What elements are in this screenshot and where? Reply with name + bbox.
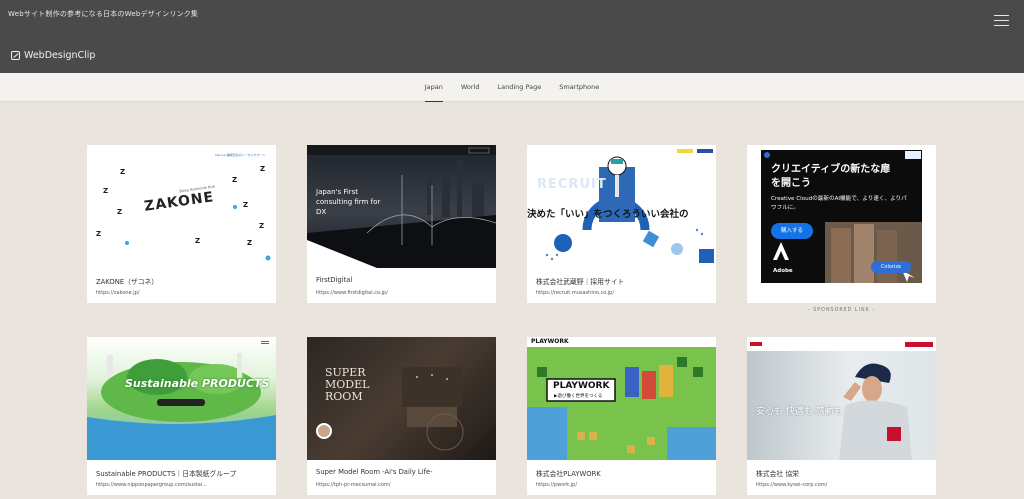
- category-nav: Japan World Landing Page Smartphone: [0, 73, 1024, 102]
- musashino-recruit-text: RECRUIT: [537, 177, 607, 192]
- playwork-sub: ▶遊び働く世界をつくる: [554, 394, 603, 399]
- ad-cta-button[interactable]: 購入する: [771, 223, 813, 239]
- tab-smartphone[interactable]: Smartphone: [550, 73, 608, 102]
- svg-text:zakone 睡眠環境のトータルサポート: zakone 睡眠環境のトータルサポート: [215, 152, 266, 157]
- svg-text:Z: Z: [103, 187, 108, 195]
- thumbnail-supermodelroom: SUPER MODEL ROOM: [307, 337, 496, 460]
- svg-text:Z: Z: [195, 237, 200, 245]
- sponsored-ad[interactable]: クリエイティブの新たな扉を開こう Creative Cloudの最新のAI機能で…: [747, 145, 936, 303]
- ad-creative: クリエイティブの新たな扉を開こう Creative Cloudの最新のAI機能で…: [761, 150, 922, 283]
- firstdigital-headline: Japan's First consulting firm for DX: [316, 188, 381, 216]
- svg-text:Z: Z: [120, 168, 125, 176]
- card-url[interactable]: https://www.nipponpapergroup.com/sustai.…: [96, 482, 207, 488]
- site-card-firstdigital[interactable]: Japan's First consulting firm for DX Fir…: [307, 145, 496, 303]
- thumbnail-kyoei: 安心も 快適も 感動も: [747, 337, 936, 460]
- card-url[interactable]: https://pwork.jp/: [536, 482, 577, 488]
- site-logo[interactable]: WebDesignClip: [11, 50, 95, 61]
- logo-text: WebDesignClip: [24, 50, 96, 61]
- playwork-logo: PLAYWORK: [553, 381, 610, 391]
- site-card-zakone[interactable]: Z Z Z Z Z Z Z Z Z Z zakone 睡眠環境のトータルサポート ZAKONE…: [87, 145, 276, 303]
- site-card-kyoei[interactable]: 安心も 快適も 感動も 株式会社 協栄 https://www.kyoei-co…: [747, 337, 936, 495]
- sponsored-link-label: - SPONSORED LINK -: [807, 308, 876, 313]
- thumbnail-firstdigital: Japan's First consulting firm for DX: [307, 145, 496, 268]
- svg-text:Z: Z: [117, 208, 122, 216]
- card-title: FirstDigital: [316, 276, 353, 284]
- thumbnail-sustainable: Sustainable PRODUCTS: [87, 337, 276, 460]
- ad-body: Creative Cloudの最新のAI機能で、より速く、よりパワフルに。: [771, 196, 907, 211]
- logo-icon: [11, 51, 20, 60]
- hamburger-menu-icon[interactable]: [994, 15, 1009, 27]
- site-header: Webサイト制作の参考になる日本のWebデザインリンク集 WebDesignCl…: [0, 0, 1024, 73]
- tab-world[interactable]: World: [452, 73, 489, 102]
- adobe-logo: Adobe: [773, 268, 793, 274]
- musashino-slogan: 決めた「いい」をつくろういい会社の: [527, 209, 689, 220]
- thumbnail-zakone: ZZZ ZZZ ZZZZ zakone 睡眠環境のトータルサポート ZAKONE…: [87, 145, 276, 268]
- thumbnail-playwork: PLAYWORK PLAYWORK ▶遊び働く世界をつくる: [527, 337, 716, 460]
- svg-text:Z: Z: [96, 230, 101, 238]
- site-card-playwork[interactable]: PLAYWORK PLAYWORK ▶遊び働く世界をつくる 株式会社PLAYWO…: [527, 337, 716, 495]
- kyoei-headline: 安心も 快適も 感動も: [756, 407, 843, 417]
- site-tagline: Webサイト制作の参考になる日本のWebデザインリンク集: [8, 10, 199, 18]
- card-url[interactable]: https://www.firstdigital.co.jp/: [316, 290, 388, 296]
- site-card-supermodelroom[interactable]: SUPER MODEL ROOM Super Model Room -Ai's …: [307, 337, 496, 495]
- tab-japan[interactable]: Japan: [416, 73, 452, 102]
- svg-text:Z: Z: [260, 165, 265, 173]
- site-card-musashino[interactable]: RECRUIT 決めた「いい」をつくろういい会社の 株式会社武蔵野｜採用サイト …: [527, 145, 716, 303]
- card-url[interactable]: https://tph-pr-mecsumai.com/: [316, 482, 391, 488]
- card-title: Sustainable PRODUCTS｜日本製紙グループ: [96, 470, 237, 478]
- svg-text:Z: Z: [232, 176, 237, 184]
- playwork-nav-logo: PLAYWORK: [531, 338, 569, 345]
- thumbnail-musashino: RECRUIT 決めた「いい」をつくろういい会社の: [527, 145, 716, 268]
- card-title: 株式会社 協栄: [756, 470, 799, 478]
- card-title: 株式会社PLAYWORK: [536, 470, 601, 478]
- tab-landing-page[interactable]: Landing Page: [489, 73, 551, 102]
- svg-text:Z: Z: [247, 239, 252, 247]
- card-title: Super Model Room -Ai's Daily Life-: [316, 468, 433, 476]
- ad-headline: クリエイティブの新たな扉を開こう: [771, 164, 891, 189]
- svg-text:Z: Z: [243, 201, 248, 209]
- site-card-sustainable[interactable]: Sustainable PRODUCTS Sustainable PRODUCT…: [87, 337, 276, 495]
- card-url[interactable]: https://www.kyoei-corp.com/: [756, 482, 827, 488]
- sustainable-headline: Sustainable PRODUCTS: [125, 377, 270, 390]
- supermodel-headline: SUPER MODEL ROOM: [325, 366, 370, 403]
- card-title: 株式会社武蔵野｜採用サイト: [536, 278, 625, 286]
- ad-colorize-chip: Colorize: [871, 261, 911, 273]
- card-url[interactable]: https://zakone.jp/: [96, 290, 139, 296]
- svg-text:Z: Z: [259, 222, 264, 230]
- card-title: ZAKONE（ザコネ）: [96, 278, 159, 286]
- card-url[interactable]: https://recruit.musashino.co.jp/: [536, 290, 614, 296]
